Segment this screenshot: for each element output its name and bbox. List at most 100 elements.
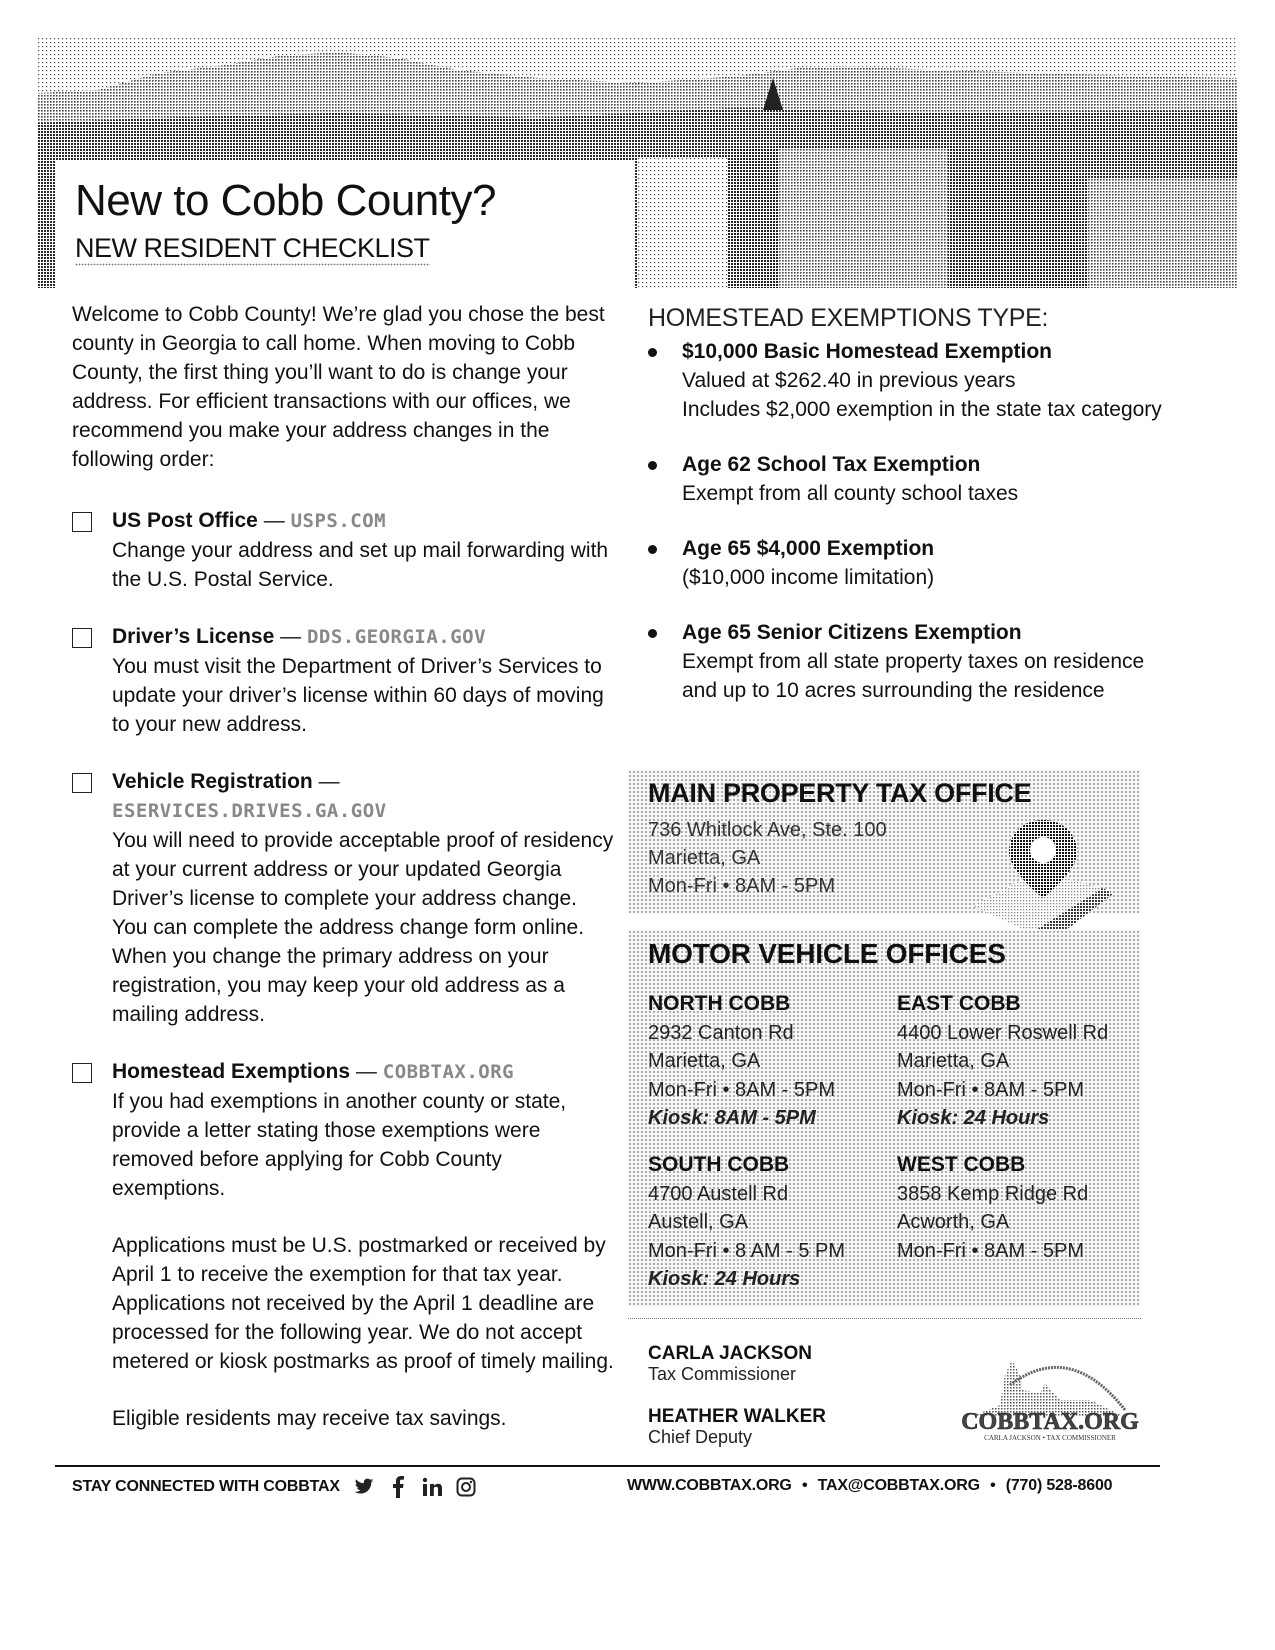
office-kiosk-hours: Kiosk: 24 Hours <box>897 1107 1050 1129</box>
eservices-link[interactable]: ESERVICES.DRIVES.GA.GOV <box>112 800 387 822</box>
exemption-detail: Exempt from all state property taxes on … <box>682 650 1145 702</box>
office-kiosk-hours: Kiosk: 24 Hours <box>648 1268 801 1290</box>
office-north-cobb: NORTH COBB 2932 Canton Rd Marietta, GA M… <box>648 990 893 1133</box>
dash: — <box>318 770 340 793</box>
separator: • <box>801 1477 808 1494</box>
bullet-icon <box>648 545 657 554</box>
intro-paragraph: Welcome to Cobb County! We’re glad you c… <box>72 303 605 471</box>
usps-link[interactable]: USPS.COM <box>291 510 387 532</box>
checkbox[interactable] <box>72 628 92 648</box>
official-tax-commissioner: CARLA JACKSON Tax Commissioner <box>648 1343 812 1385</box>
exemption-detail: Exempt from all county school taxes <box>682 482 1019 505</box>
office-hours: Mon-Fri • 8AM - 5PM <box>897 1239 1085 1262</box>
main-office-city: Marietta, GA <box>648 847 761 869</box>
bullet-icon <box>648 461 657 470</box>
office-south-cobb: SOUTH COBB 4700 Austell Rd Austell, GA M… <box>648 1151 893 1294</box>
exemption-detail: Includes $2,000 exemption in the state t… <box>682 398 1162 421</box>
item-title: Vehicle Registration <box>112 770 313 793</box>
item-description: You must visit the Department of Driver’… <box>112 655 604 736</box>
item-description: You will need to provide acceptable proo… <box>112 829 614 1026</box>
office-name: WEST COBB <box>897 1153 1026 1176</box>
deadline-paragraph: Applications must be U.S. postmarked or … <box>112 1234 614 1373</box>
office-name: SOUTH COBB <box>648 1153 790 1176</box>
dash: — <box>263 509 285 532</box>
website-link[interactable]: WWW.COBBTAX.ORG <box>627 1477 792 1494</box>
office-hours: Mon-Fri • 8AM - 5PM <box>648 1078 836 1101</box>
map-pin-icon <box>973 820 1113 944</box>
official-name: CARLA JACKSON <box>648 1343 812 1364</box>
office-kiosk-hours: Kiosk: 8AM - 5PM <box>648 1107 816 1129</box>
office-city: Austell, GA <box>648 1211 749 1233</box>
checkbox[interactable] <box>72 773 92 793</box>
office-name: EAST COBB <box>897 992 1021 1015</box>
social-links: STAY CONNECTED WITH COBBTAX <box>72 1476 476 1498</box>
office-hours: Mon-Fri • 8 AM - 5 PM <box>648 1239 846 1262</box>
logo-tagline: CARLA JACKSON • TAX COMMISSIONER <box>984 1434 1116 1442</box>
dash: — <box>280 625 302 648</box>
official-chief-deputy: HEATHER WALKER Chief Deputy <box>648 1406 826 1448</box>
homestead-list: $10,000 Basic Homestead Exemption Valued… <box>648 337 1168 705</box>
office-address: 3858 Kemp Ridge Rd <box>897 1182 1089 1205</box>
facebook-icon[interactable] <box>388 1476 408 1498</box>
twitter-icon[interactable] <box>354 1476 374 1498</box>
instagram-icon[interactable] <box>456 1476 476 1498</box>
divider <box>628 1318 1141 1320</box>
cobbtax-link[interactable]: COBBTAX.ORG <box>383 1061 514 1083</box>
main-office-address: 736 Whitlock Ave, Ste. 100 <box>648 819 887 841</box>
motor-vehicle-box: MOTOR VEHICLE OFFICES NORTH COBB 2932 Ca… <box>628 930 1141 1306</box>
main-office-hours: Mon-Fri • 8AM - 5PM <box>648 875 836 897</box>
official-title: Tax Commissioner <box>648 1364 797 1384</box>
office-west-cobb: WEST COBB 3858 Kemp Ridge Rd Acworth, GA… <box>897 1151 1142 1265</box>
page-subtitle: NEW RESIDENT CHECKLIST <box>75 233 430 272</box>
office-name: NORTH COBB <box>648 992 791 1015</box>
logo-text: COBBTAX.ORG <box>961 1409 1139 1435</box>
motor-vehicle-heading: MOTOR VEHICLE OFFICES <box>648 938 1006 969</box>
checkbox[interactable] <box>72 512 92 532</box>
linkedin-icon[interactable] <box>422 1476 442 1498</box>
main-office-box: MAIN PROPERTY TAX OFFICE 736 Whitlock Av… <box>628 770 1141 944</box>
exemption-title: Age 65 Senior Citizens Exemption <box>682 621 1022 644</box>
exemption-detail: ($10,000 income limitation) <box>682 566 935 589</box>
checklist-item-homestead-exemptions: Homestead Exemptions — COBBTAX.ORG If yo… <box>72 1057 617 1433</box>
office-city: Marietta, GA <box>648 1050 761 1072</box>
checklist-column: Welcome to Cobb County! We’re glad you c… <box>72 300 617 1461</box>
item-title: Homestead Exemptions <box>112 1060 351 1083</box>
cobbtax-logo: COBBTAX.ORG CARLA JACKSON • TAX COMMISSI… <box>961 1360 1139 1442</box>
item-description: If you had exemptions in another county … <box>112 1090 567 1200</box>
homestead-item: Age 65 $4,000 Exemption ($10,000 income … <box>648 534 1168 592</box>
checklist-item-post-office: US Post Office — USPS.COM Change your ad… <box>72 506 617 594</box>
office-address: 2932 Canton Rd <box>648 1021 794 1044</box>
homestead-heading: HOMESTEAD EXEMPTIONS TYPE: <box>645 304 1051 332</box>
contact-info: WWW.COBBTAX.ORG • TAX@COBBTAX.ORG • (770… <box>627 1477 1113 1495</box>
checklist-item-drivers-license: Driver’s License — DDS.GEORGIA.GOV You m… <box>72 622 617 739</box>
main-office-details: 736 Whitlock Ave, Ste. 100 Marietta, GA … <box>648 816 887 900</box>
email-link[interactable]: TAX@COBBTAX.ORG <box>818 1477 980 1494</box>
exemption-title: Age 65 $4,000 Exemption <box>682 537 935 560</box>
homestead-item: Age 65 Senior Citizens Exemption Exempt … <box>648 618 1168 705</box>
office-hours: Mon-Fri • 8AM - 5PM <box>897 1078 1085 1101</box>
phone-number[interactable]: (770) 528-8600 <box>1006 1477 1113 1494</box>
homestead-item: Age 62 School Tax Exemption Exempt from … <box>648 450 1168 508</box>
dds-link[interactable]: DDS.GEORGIA.GOV <box>307 626 486 648</box>
savings-paragraph: Eligible residents may receive tax savin… <box>112 1407 507 1430</box>
checkbox[interactable] <box>72 1063 92 1083</box>
exemption-title: $10,000 Basic Homestead Exemption <box>682 340 1053 363</box>
official-name: HEATHER WALKER <box>648 1406 827 1427</box>
office-address: 4400 Lower Roswell Rd <box>897 1021 1109 1044</box>
bullet-icon <box>648 348 657 357</box>
item-description: Change your address and set up mail forw… <box>112 539 609 591</box>
exemption-title: Age 62 School Tax Exemption <box>682 453 981 476</box>
office-city: Marietta, GA <box>897 1050 1010 1072</box>
office-east-cobb: EAST COBB 4400 Lower Roswell Rd Marietta… <box>897 990 1142 1133</box>
separator: • <box>990 1477 996 1494</box>
item-title: Driver’s License <box>112 625 275 648</box>
homestead-section: HOMESTEAD EXEMPTIONS TYPE: $10,000 Basic… <box>645 300 1168 731</box>
main-office-heading: MAIN PROPERTY TAX OFFICE <box>648 778 1032 808</box>
official-title: Chief Deputy <box>648 1427 753 1447</box>
page-title: New to Cobb County? <box>75 176 496 225</box>
dash: — <box>355 1060 377 1083</box>
homestead-item: $10,000 Basic Homestead Exemption Valued… <box>648 337 1168 424</box>
exemption-detail: Valued at $262.40 in previous years <box>682 369 1016 392</box>
stay-connected-label: STAY CONNECTED WITH COBBTAX <box>72 1478 340 1495</box>
item-title: US Post Office <box>112 509 258 532</box>
